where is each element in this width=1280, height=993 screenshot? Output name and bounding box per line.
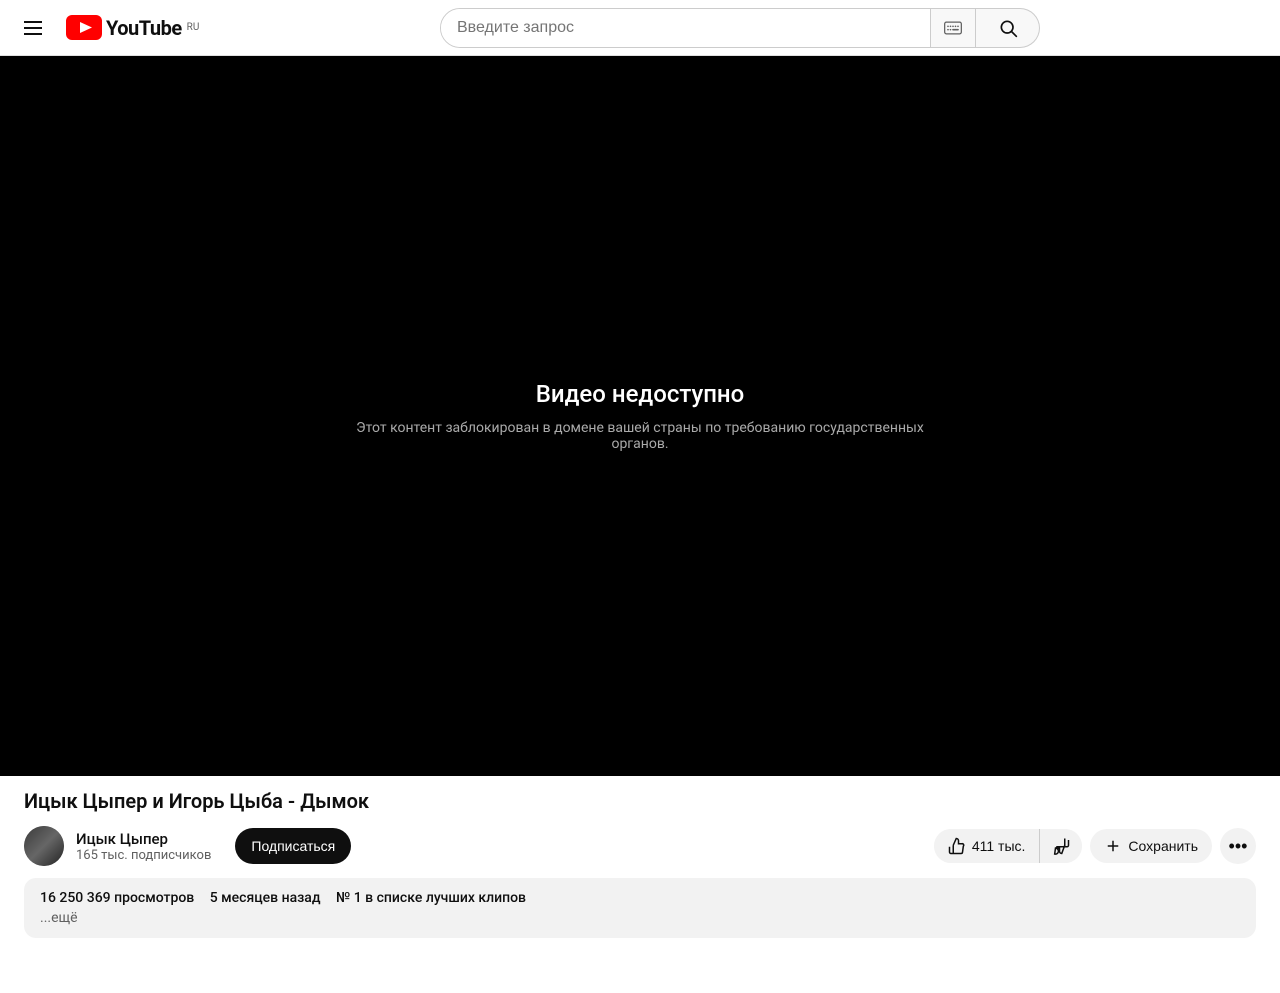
save-icon <box>1104 837 1122 855</box>
video-unavailable-title: Видео недоступно <box>536 380 745 408</box>
youtube-logo[interactable]: YouTube RU <box>66 15 199 40</box>
country-code: RU <box>187 22 200 33</box>
subscribe-button[interactable]: Подписаться <box>235 828 351 864</box>
save-button[interactable]: Сохранить <box>1090 829 1212 863</box>
video-info: Ицык Цыпер и Игорь Цыба - Дымок Ицык Цып… <box>0 776 1280 878</box>
search-area <box>380 8 1100 48</box>
thumbs-down-icon <box>1052 837 1070 855</box>
action-buttons: 411 тыс. <box>934 828 1256 864</box>
save-label: Сохранить <box>1128 838 1198 854</box>
header: YouTube RU <box>0 0 1280 56</box>
dislike-button[interactable] <box>1040 829 1082 863</box>
show-more-button[interactable]: ...ещё <box>40 910 1240 926</box>
avatar-image <box>24 826 64 866</box>
channel-subs: 165 тыс. подписчиков <box>76 848 211 863</box>
search-container <box>440 8 1040 48</box>
video-player[interactable]: Видео недоступно Этот контент заблокиров… <box>0 56 1280 776</box>
more-options-button[interactable]: ••• <box>1220 828 1256 864</box>
search-input[interactable] <box>441 9 930 47</box>
channel-avatar[interactable] <box>24 826 64 866</box>
youtube-wordmark: YouTube <box>106 16 182 40</box>
video-rank: № 1 в списке лучших клипов <box>336 890 526 906</box>
main-content: Видео недоступно Этот контент заблокиров… <box>0 56 1280 954</box>
youtube-icon <box>66 15 102 40</box>
thumbs-up-icon <box>948 837 966 855</box>
more-icon: ••• <box>1229 836 1248 857</box>
video-unavailable-desc: Этот контент заблокирован в домене вашей… <box>340 420 940 452</box>
channel-left: Ицык Цыпер 165 тыс. подписчиков Подписат… <box>24 826 351 866</box>
video-title: Ицык Цыпер и Игорь Цыба - Дымок <box>24 788 1256 814</box>
search-input-wrap <box>440 8 976 48</box>
like-button[interactable]: 411 тыс. <box>934 829 1041 863</box>
channel-name[interactable]: Ицык Цыпер <box>76 830 211 848</box>
video-meta: 16 250 369 просмотров 5 месяцев назад № … <box>40 890 1240 906</box>
like-dislike-group: 411 тыс. <box>934 829 1083 863</box>
channel-row: Ицык Цыпер 165 тыс. подписчиков Подписат… <box>24 826 1256 866</box>
channel-info: Ицык Цыпер 165 тыс. подписчиков <box>76 830 211 863</box>
like-count: 411 тыс. <box>972 838 1026 854</box>
keyboard-button[interactable] <box>930 9 975 47</box>
description-row[interactable]: 16 250 369 просмотров 5 месяцев назад № … <box>24 878 1256 938</box>
upload-date: 5 месяцев назад <box>210 890 321 906</box>
header-left: YouTube RU <box>16 13 216 43</box>
search-button[interactable] <box>976 8 1040 48</box>
hamburger-button[interactable] <box>16 13 50 43</box>
view-count: 16 250 369 просмотров <box>40 890 194 906</box>
